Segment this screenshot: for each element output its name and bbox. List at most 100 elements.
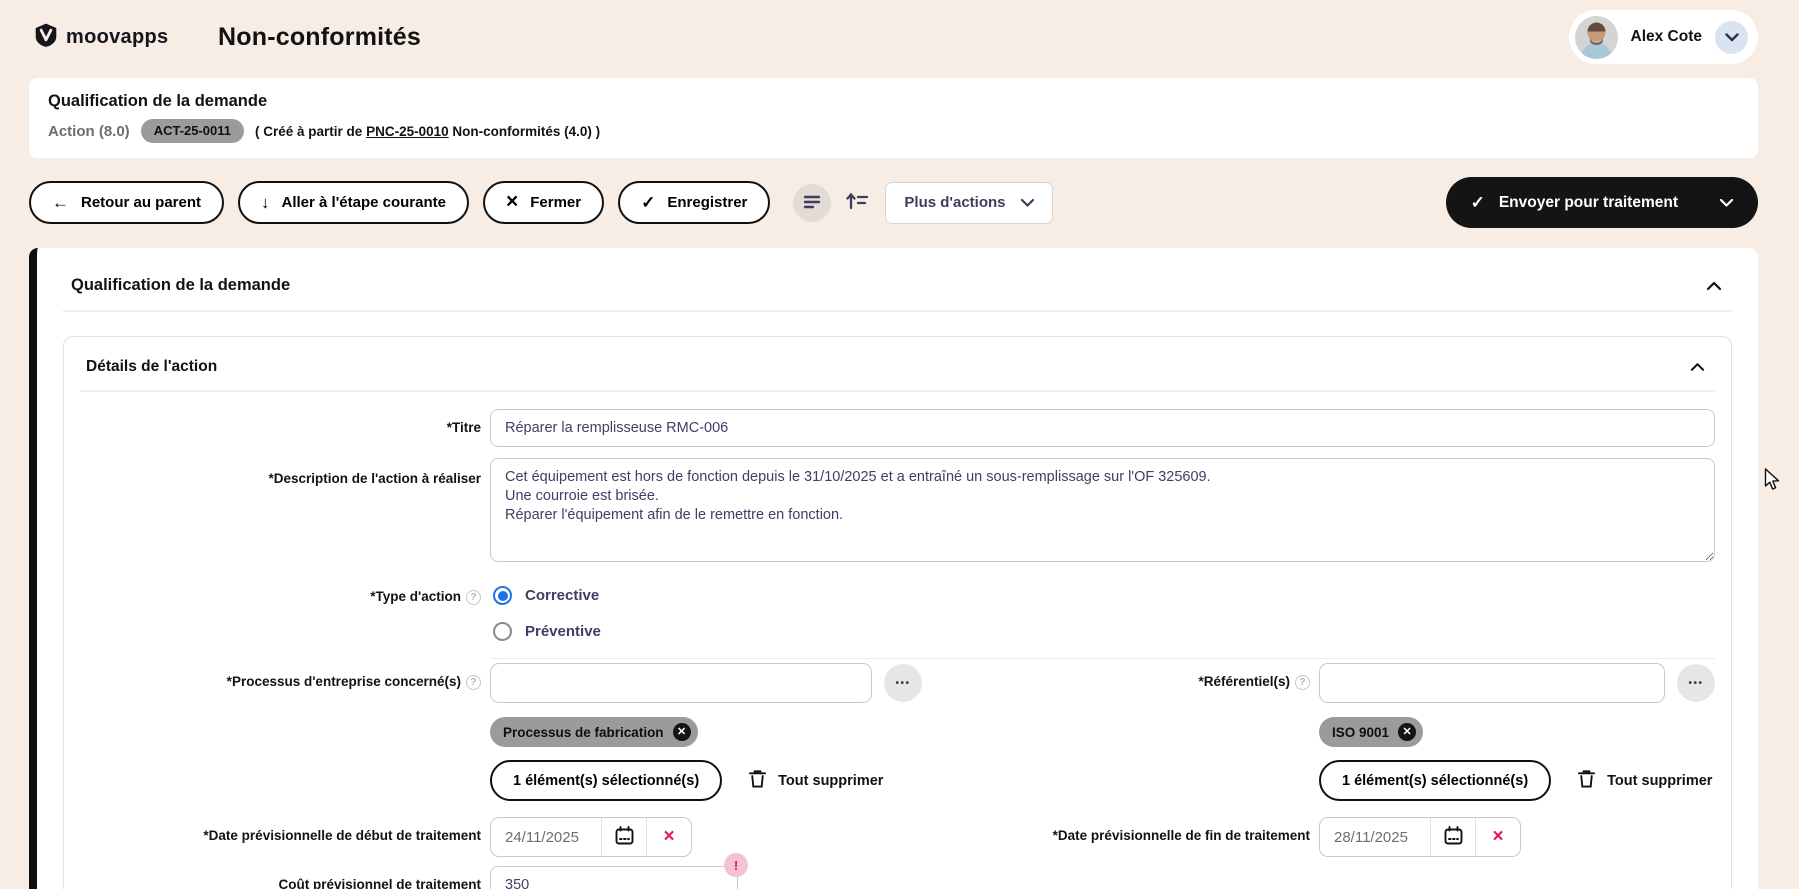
- referentiel-selected-count-button[interactable]: 1 élément(s) sélectionné(s): [1319, 760, 1551, 801]
- referentiel-delete-all[interactable]: Tout supprimer: [1577, 768, 1712, 793]
- qualification-panel: Qualification de la demande Détails de l…: [29, 248, 1758, 889]
- processus-input[interactable]: [490, 663, 872, 703]
- close-button[interactable]: × Fermer: [483, 181, 604, 224]
- referentiel-picker-button[interactable]: •••: [1677, 664, 1715, 702]
- radio-selected-icon[interactable]: [493, 586, 512, 605]
- referentiel-label: *Référentiel(s)?: [922, 663, 1310, 801]
- save-button[interactable]: ✓ Enregistrer: [618, 181, 770, 224]
- form-summary-button[interactable]: [793, 184, 831, 222]
- chevron-down-icon[interactable]: [1720, 199, 1733, 207]
- document-reference-badge: ACT-25-0011: [141, 119, 244, 143]
- trash-icon: [748, 768, 767, 793]
- processus-chip: Processus de fabrication ✕: [490, 717, 698, 747]
- description-textarea[interactable]: Cet équipement est hors de fonction depu…: [490, 458, 1715, 562]
- date-start-control[interactable]: 24/11/2025 ×: [490, 817, 692, 857]
- section-title: Qualification de la demande: [71, 276, 290, 295]
- date-end-control[interactable]: 28/11/2025 ×: [1319, 817, 1521, 857]
- user-chevron-down-icon[interactable]: [1715, 21, 1748, 54]
- chevron-down-icon: [1021, 194, 1034, 211]
- more-actions-button[interactable]: Plus d'actions: [885, 182, 1052, 224]
- field-titre: *Titre: [80, 409, 1715, 447]
- action-details-card: Détails de l'action *Titre *Description …: [63, 336, 1732, 889]
- referentiel-chip: ISO 9001 ✕: [1319, 717, 1423, 747]
- send-for-processing-button[interactable]: ✓ Envoyer pour traitement: [1446, 177, 1758, 228]
- field-description: *Description de l'action à réaliser Cet …: [80, 458, 1715, 567]
- brand-logo: moovapps: [33, 22, 191, 53]
- ellipsis-icon: •••: [895, 678, 910, 689]
- ellipsis-icon: •••: [1688, 678, 1703, 689]
- processus-label: *Processus d'entreprise concerné(s)?: [80, 663, 481, 801]
- user-menu[interactable]: Alex Cote: [1569, 10, 1759, 64]
- go-to-current-step-button[interactable]: ↓ Aller à l'étape courante: [238, 181, 469, 224]
- titre-label: *Titre: [80, 409, 481, 447]
- field-cost: Coût prévisionnel de traitement !: [80, 866, 1715, 889]
- trash-icon: [1577, 768, 1596, 793]
- details-header: Détails de l'action: [80, 354, 1715, 392]
- moovapps-shield-icon: [33, 22, 59, 53]
- arrow-left-icon: ←: [52, 194, 69, 211]
- description-label: *Description de l'action à réaliser: [80, 458, 481, 567]
- check-icon: ✓: [1471, 194, 1485, 211]
- remove-chip-icon[interactable]: ✕: [673, 723, 691, 741]
- cost-label: Coût prévisionnel de traitement: [80, 866, 481, 889]
- help-icon[interactable]: ?: [466, 590, 481, 605]
- summary-lines-icon: [801, 190, 823, 215]
- referentiel-field: ••• ISO 9001 ✕ 1 élément(s) sélectionné(…: [1319, 663, 1715, 801]
- radio-unselected-icon[interactable]: [493, 622, 512, 641]
- row-divider: [490, 658, 1715, 659]
- field-dates: *Date prévisionnelle de début de traitem…: [80, 817, 1715, 857]
- radio-option-preventive[interactable]: Préventive: [493, 622, 1715, 641]
- help-icon[interactable]: ?: [466, 675, 481, 690]
- date-start-label: *Date prévisionnelle de début de traitem…: [80, 817, 481, 857]
- avatar: [1575, 16, 1618, 59]
- details-title: Détails de l'action: [86, 358, 217, 376]
- check-icon: ✓: [641, 194, 655, 211]
- page-title: Non-conformités: [218, 23, 421, 52]
- help-icon[interactable]: ?: [1295, 675, 1310, 690]
- field-multiselects: *Processus d'entreprise concerné(s)? •••…: [80, 663, 1715, 801]
- date-start-value[interactable]: 24/11/2025: [491, 829, 601, 846]
- document-step-title: Qualification de la demande: [48, 92, 1739, 111]
- cost-input[interactable]: [490, 866, 738, 889]
- date-start-field: 24/11/2025 ×: [490, 817, 922, 857]
- section-header: Qualification de la demande: [63, 270, 1732, 312]
- date-end-label: *Date prévisionnelle de fin de traitemen…: [922, 817, 1310, 857]
- close-icon: ×: [506, 191, 518, 212]
- processus-selected-count-button[interactable]: 1 élément(s) sélectionné(s): [490, 760, 722, 801]
- collapse-section-button[interactable]: [1702, 277, 1726, 295]
- calendar-button[interactable]: [602, 818, 646, 856]
- date-end-field: 28/11/2025 ×: [1319, 817, 1715, 857]
- chevron-up-icon: [1690, 362, 1705, 372]
- date-end-value[interactable]: 28/11/2025: [1320, 829, 1430, 846]
- document-type: Action (8.0): [48, 123, 130, 140]
- alert-badge-icon: !: [724, 853, 748, 877]
- user-name: Alex Cote: [1631, 28, 1703, 46]
- field-type-action: *Type d'action? Corrective Préventive: [80, 578, 1715, 659]
- type-action-label: *Type d'action?: [80, 578, 481, 659]
- calendar-button[interactable]: [1431, 818, 1475, 856]
- clear-date-button[interactable]: ×: [1476, 818, 1520, 856]
- chevron-up-icon: [1706, 281, 1722, 291]
- arrow-down-icon: ↓: [261, 194, 270, 211]
- processus-delete-all[interactable]: Tout supprimer: [748, 768, 883, 793]
- created-from-link[interactable]: PNC-25-0010: [366, 124, 449, 139]
- calendar-icon: [1443, 825, 1464, 849]
- calendar-icon: [614, 825, 635, 849]
- document-meta: Action (8.0) ACT-25-0011 ( Créé à partir…: [48, 119, 1739, 143]
- created-from-text: ( Créé à partir de PNC-25-0010 Non-confo…: [255, 124, 600, 139]
- brand-name: moovapps: [66, 26, 168, 49]
- collapse-details-button[interactable]: [1686, 358, 1709, 376]
- referentiel-input[interactable]: [1319, 663, 1665, 703]
- remove-chip-icon[interactable]: ✕: [1398, 723, 1416, 741]
- app-header: moovapps Non-conformités Alex Cote: [0, 0, 1799, 74]
- clear-date-button[interactable]: ×: [647, 818, 691, 856]
- sort-order-icon: [845, 191, 869, 214]
- back-to-parent-button[interactable]: ← Retour au parent: [29, 181, 224, 224]
- mouse-cursor: [1764, 468, 1782, 497]
- processus-picker-button[interactable]: •••: [884, 664, 922, 702]
- titre-input[interactable]: [490, 409, 1715, 447]
- action-toolbar: ← Retour au parent ↓ Aller à l'étape cou…: [29, 177, 1758, 228]
- document-info-card: Qualification de la demande Action (8.0)…: [29, 78, 1758, 158]
- sort-order-button[interactable]: [840, 186, 874, 220]
- radio-option-corrective[interactable]: Corrective: [493, 586, 1715, 605]
